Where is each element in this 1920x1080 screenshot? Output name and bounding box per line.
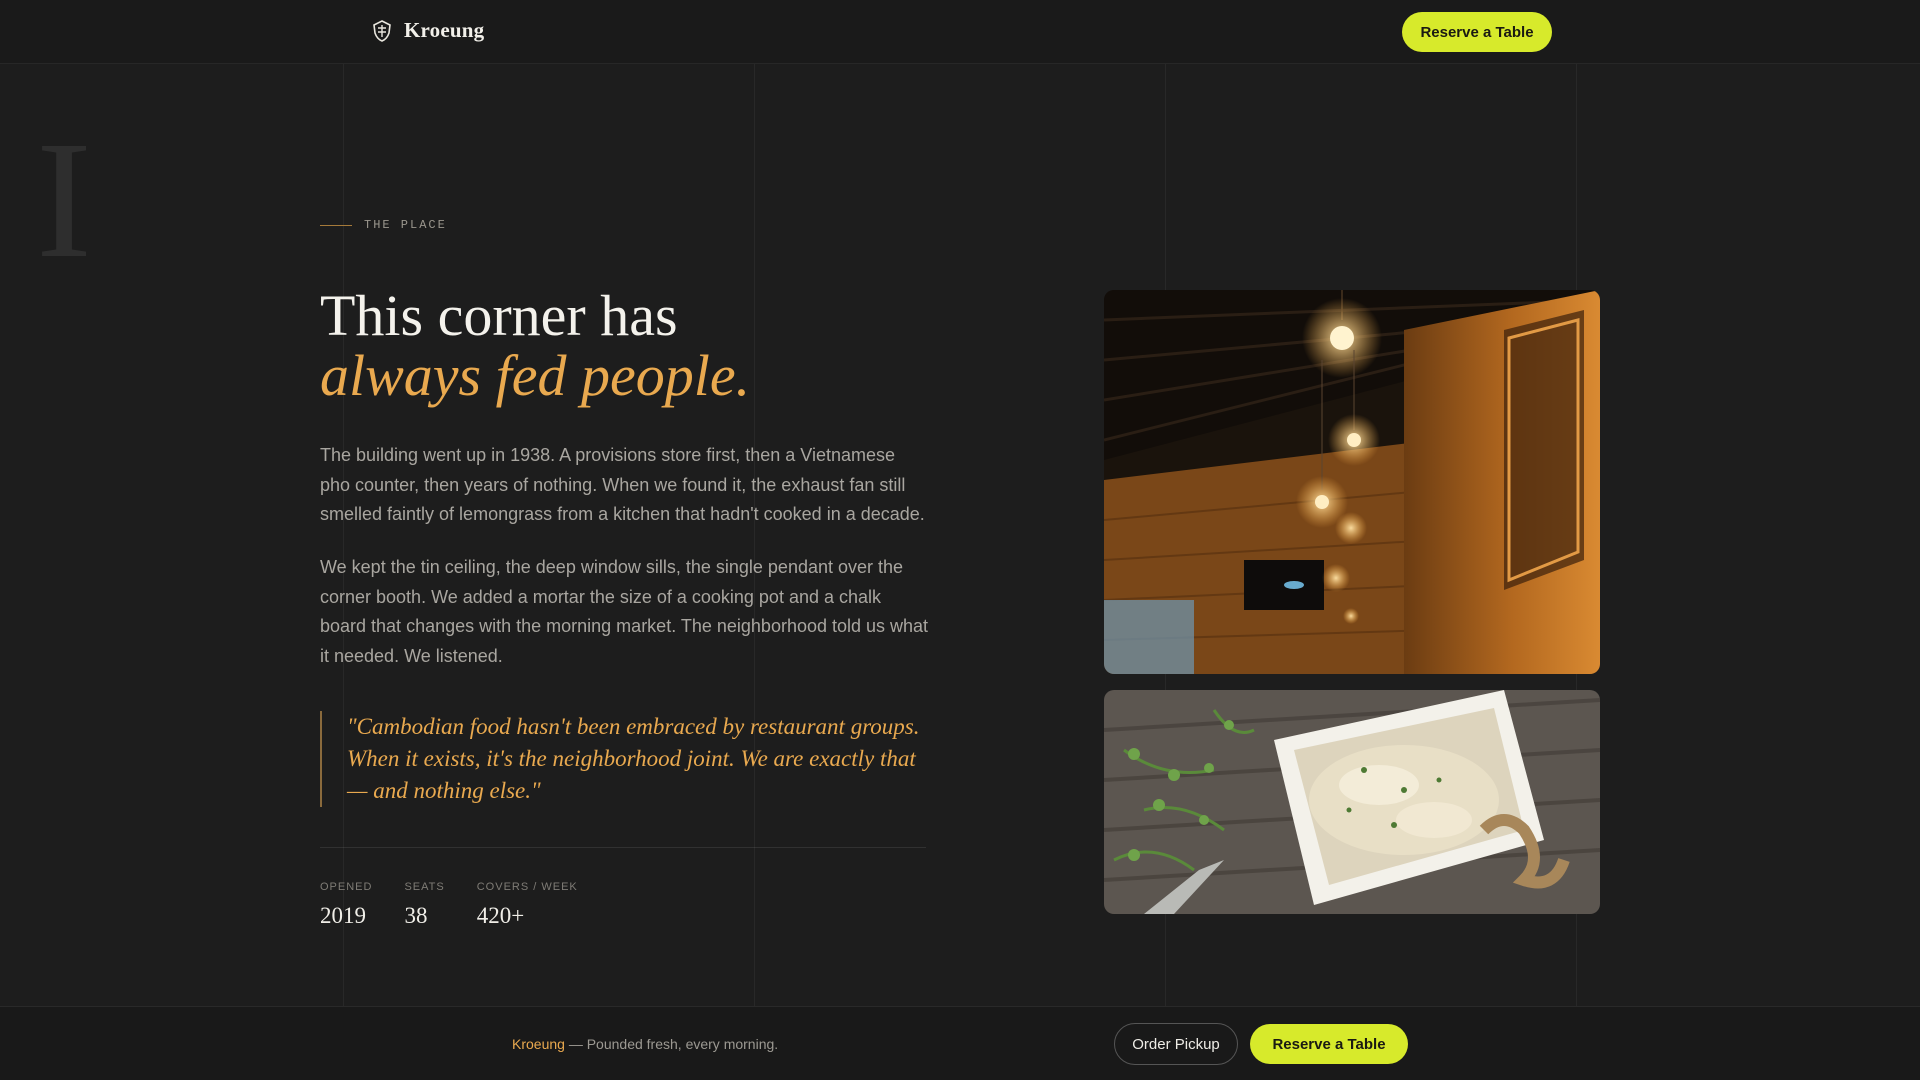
story-paragraph-2: We kept the tin ceiling, the deep window… xyxy=(320,557,929,666)
stats-divider xyxy=(320,847,926,848)
section-eyebrow: THE PLACE xyxy=(320,218,447,232)
stats-row: OPENED 2019 SEATS 38 COVERS / WEEK 420+ xyxy=(320,881,578,929)
crest-icon xyxy=(373,19,391,42)
stat-label: OPENED xyxy=(320,881,373,893)
interior-illustration xyxy=(1104,290,1600,674)
brand-name: Kroeung xyxy=(404,18,485,42)
stat-covers: COVERS / WEEK 420+ xyxy=(477,881,578,929)
restaurant-interior-photo xyxy=(1104,290,1600,674)
stat-value: 420+ xyxy=(476,903,525,928)
eyebrow-rule xyxy=(320,224,352,226)
page: Kroeung Reserve a Table I THE PLACE This… xyxy=(0,0,1920,1080)
stat-value: 2019 xyxy=(320,903,366,928)
section-numeral: I xyxy=(36,107,92,293)
story-paragraph-1: The building went up in 1938. A provisio… xyxy=(320,445,925,524)
brand-logo-link[interactable]: Kroeung xyxy=(370,18,484,43)
top-navigation: Kroeung Reserve a Table xyxy=(0,0,1920,64)
stat-label: SEATS xyxy=(404,881,445,893)
order-pickup-button[interactable]: Order Pickup xyxy=(1114,1023,1238,1065)
heading-line-2: always fed people. xyxy=(320,343,751,408)
food-illustration xyxy=(1104,690,1600,914)
dip-with-herbs-photo xyxy=(1104,690,1600,914)
footer-brand[interactable]: Kroeung xyxy=(512,1036,565,1052)
footer-tagline: Kroeung — Pounded fresh, every morning. xyxy=(512,1036,778,1052)
stat-label: COVERS / WEEK xyxy=(476,881,578,893)
eyebrow-label: THE PLACE xyxy=(364,218,447,232)
stat-opened: OPENED 2019 xyxy=(320,881,372,929)
sticky-bottom-bar: Kroeung — Pounded fresh, every morning. … xyxy=(0,1006,1920,1080)
footer-tagline-text: — Pounded fresh, every morning. xyxy=(564,1036,779,1052)
founder-quote: "Cambodian food hasn't been embraced by … xyxy=(320,711,930,807)
section-heading: This corner has always fed people. xyxy=(320,286,940,406)
heading-line-1: This corner has xyxy=(320,283,678,348)
stat-seats: SEATS 38 xyxy=(404,881,444,929)
reserve-table-button[interactable]: Reserve a Table xyxy=(1402,12,1552,52)
stat-value: 38 xyxy=(404,903,428,928)
reserve-table-button[interactable]: Reserve a Table xyxy=(1250,1024,1408,1064)
